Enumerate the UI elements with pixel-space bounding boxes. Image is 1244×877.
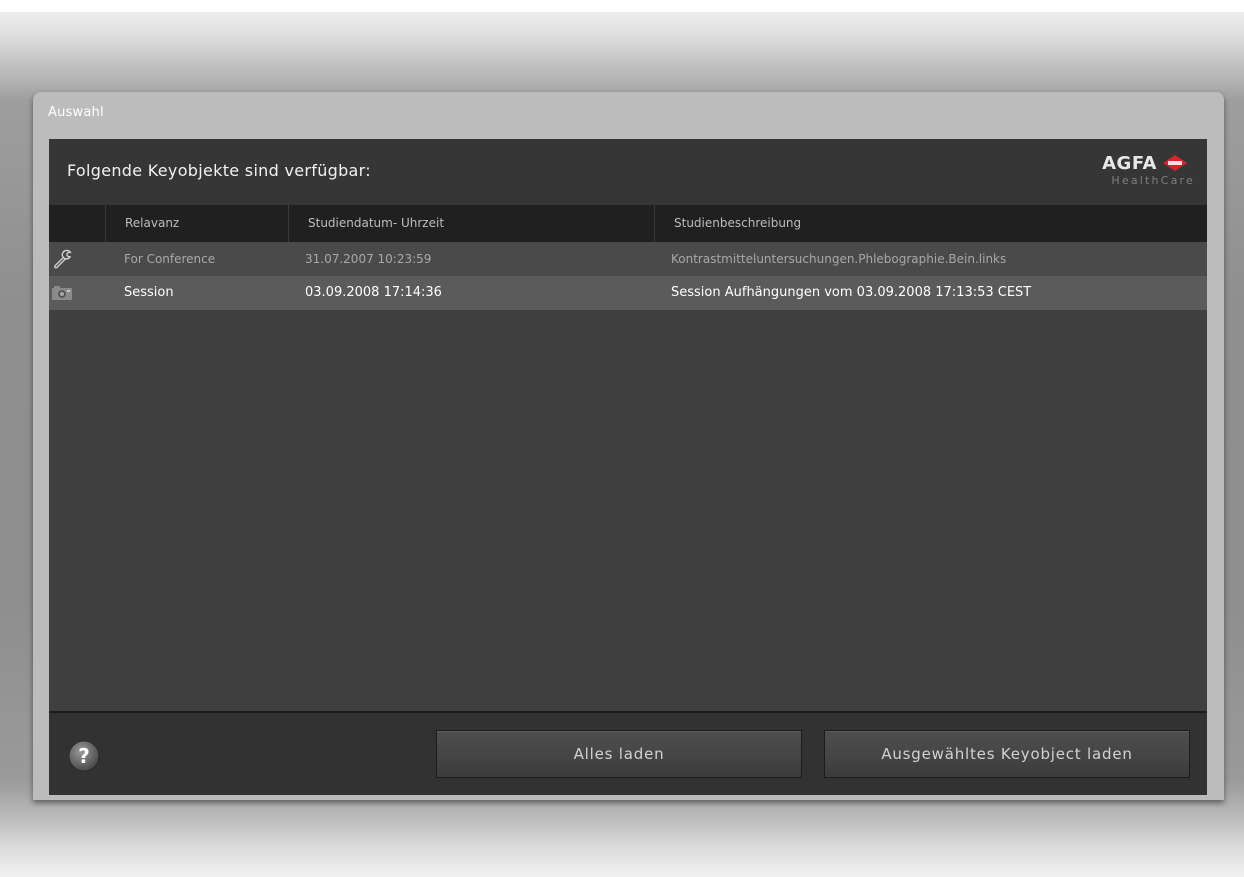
cell-study-description: Kontrastmitteluntersuchungen.Phlebograph… (671, 252, 1007, 266)
logo-subtitle: HealthCare (1111, 174, 1195, 187)
panel-heading: Folgende Keyobjekte sind verfügbar: (67, 161, 371, 180)
dialog-footer: ? Alles laden Ausgewähltes Keyobject lad… (49, 711, 1207, 795)
table-row-selected[interactable]: Session 03.09.2008 17:14:36 Session Aufh… (49, 276, 1207, 310)
column-header-study-datetime[interactable]: Studiendatum- Uhrzeit (288, 205, 654, 242)
cell-study-datetime: 31.07.2007 10:23:59 (305, 252, 432, 266)
agfa-healthcare-logo: AGFA HealthCare (1085, 153, 1195, 193)
column-header-study-description[interactable]: Studienbeschreibung (654, 205, 1207, 242)
cell-relevance: For Conference (124, 252, 216, 266)
wrench-icon (54, 249, 72, 269)
svg-text:?: ? (78, 744, 90, 768)
camera-icon (52, 286, 72, 300)
table-row[interactable]: For Conference 31.07.2007 10:23:59 Kontr… (49, 242, 1207, 276)
load-all-button[interactable]: Alles laden (436, 730, 802, 778)
column-header-relevance[interactable]: Relavanz (105, 205, 288, 242)
icon-column-header[interactable] (49, 205, 105, 242)
dialog-title: Auswahl (48, 105, 104, 120)
load-selected-keyobject-button[interactable]: Ausgewähltes Keyobject laden (824, 730, 1190, 778)
cell-study-datetime: 03.09.2008 17:14:36 (305, 285, 442, 300)
agfa-diamond-icon (1163, 155, 1187, 171)
logo-brand: AGFA (1102, 153, 1157, 174)
keyobject-panel: Folgende Keyobjekte sind verfügbar: AGFA… (49, 139, 1207, 795)
top-strip (0, 0, 1244, 12)
selection-dialog: Auswahl Folgende Keyobjekte sind verfügb… (33, 92, 1224, 800)
cell-study-description: Session Aufhängungen vom 03.09.2008 17:1… (671, 285, 1032, 300)
help-icon[interactable]: ? (68, 740, 100, 772)
panel-header: Folgende Keyobjekte sind verfügbar: AGFA… (49, 139, 1207, 205)
cell-relevance: Session (124, 285, 174, 300)
table-header: Relavanz Studiendatum- Uhrzeit Studienbe… (49, 205, 1207, 242)
